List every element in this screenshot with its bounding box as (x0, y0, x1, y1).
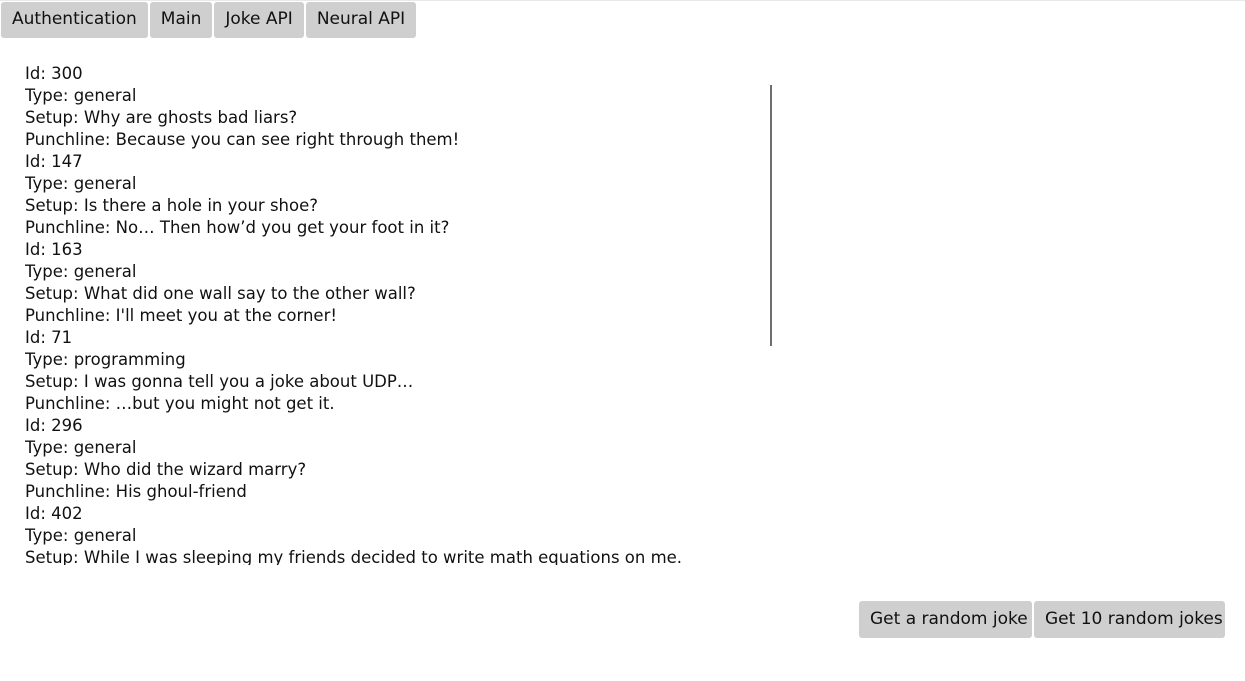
joke-item: Id: 147 Type: general Setup: Is there a … (25, 151, 765, 239)
tab-joke-api[interactable]: Joke API (214, 2, 304, 38)
joke-id: Id: 71 (25, 328, 73, 347)
joke-setup: Setup: Who did the wizard marry? (25, 460, 307, 479)
joke-list[interactable]: Id: 300 Type: general Setup: Why are gho… (25, 63, 765, 565)
joke-type: Type: general (25, 262, 137, 281)
joke-item: Id: 402 Type: general Setup: While I was… (25, 503, 765, 565)
tab-authentication[interactable]: Authentication (1, 2, 148, 38)
joke-type: Type: programming (25, 350, 186, 369)
joke-actions: Get a random joke Get 10 random jokes (859, 601, 1225, 638)
joke-type: Type: general (25, 438, 137, 457)
joke-punchline: Punchline: His ghoul-friend (25, 482, 247, 501)
joke-id: Id: 147 (25, 152, 83, 171)
joke-punchline: Punchline: …but you might not get it. (25, 394, 335, 413)
joke-id: Id: 402 (25, 504, 83, 523)
joke-id: Id: 163 (25, 240, 83, 259)
top-divider (0, 0, 1245, 1)
joke-punchline: Punchline: I'll meet you at the corner! (25, 306, 337, 325)
joke-setup: Setup: Is there a hole in your shoe? (25, 196, 319, 215)
nav-tabs: Authentication Main Joke API Neural API (1, 2, 417, 38)
joke-type: Type: general (25, 174, 137, 193)
joke-item: Id: 300 Type: general Setup: Why are gho… (25, 63, 765, 151)
joke-punchline: Punchline: No… Then how’d you get your f… (25, 218, 450, 237)
joke-setup: Setup: I was gonna tell you a joke about… (25, 372, 414, 391)
joke-setup: Setup: Why are ghosts bad liars? (25, 108, 298, 127)
joke-punchline: Punchline: Because you can see right thr… (25, 130, 460, 149)
joke-item: Id: 296 Type: general Setup: Who did the… (25, 415, 765, 503)
joke-type: Type: general (25, 526, 137, 545)
joke-list-scrollbar[interactable] (770, 85, 772, 346)
joke-setup: Setup: While I was sleeping my friends d… (25, 548, 683, 565)
tab-neural-api[interactable]: Neural API (305, 2, 417, 38)
joke-id: Id: 296 (25, 416, 83, 435)
joke-item: Id: 163 Type: general Setup: What did on… (25, 239, 765, 327)
tab-main[interactable]: Main (149, 2, 213, 38)
joke-id: Id: 300 (25, 64, 83, 83)
joke-api-page: Authentication Main Joke API Neural API … (0, 0, 1245, 681)
get-random-joke-button[interactable]: Get a random joke (859, 601, 1032, 638)
joke-setup: Setup: What did one wall say to the othe… (25, 284, 416, 303)
joke-item: Id: 71 Type: programming Setup: I was go… (25, 327, 765, 415)
get-10-random-jokes-button[interactable]: Get 10 random jokes (1034, 601, 1225, 638)
joke-type: Type: general (25, 86, 137, 105)
